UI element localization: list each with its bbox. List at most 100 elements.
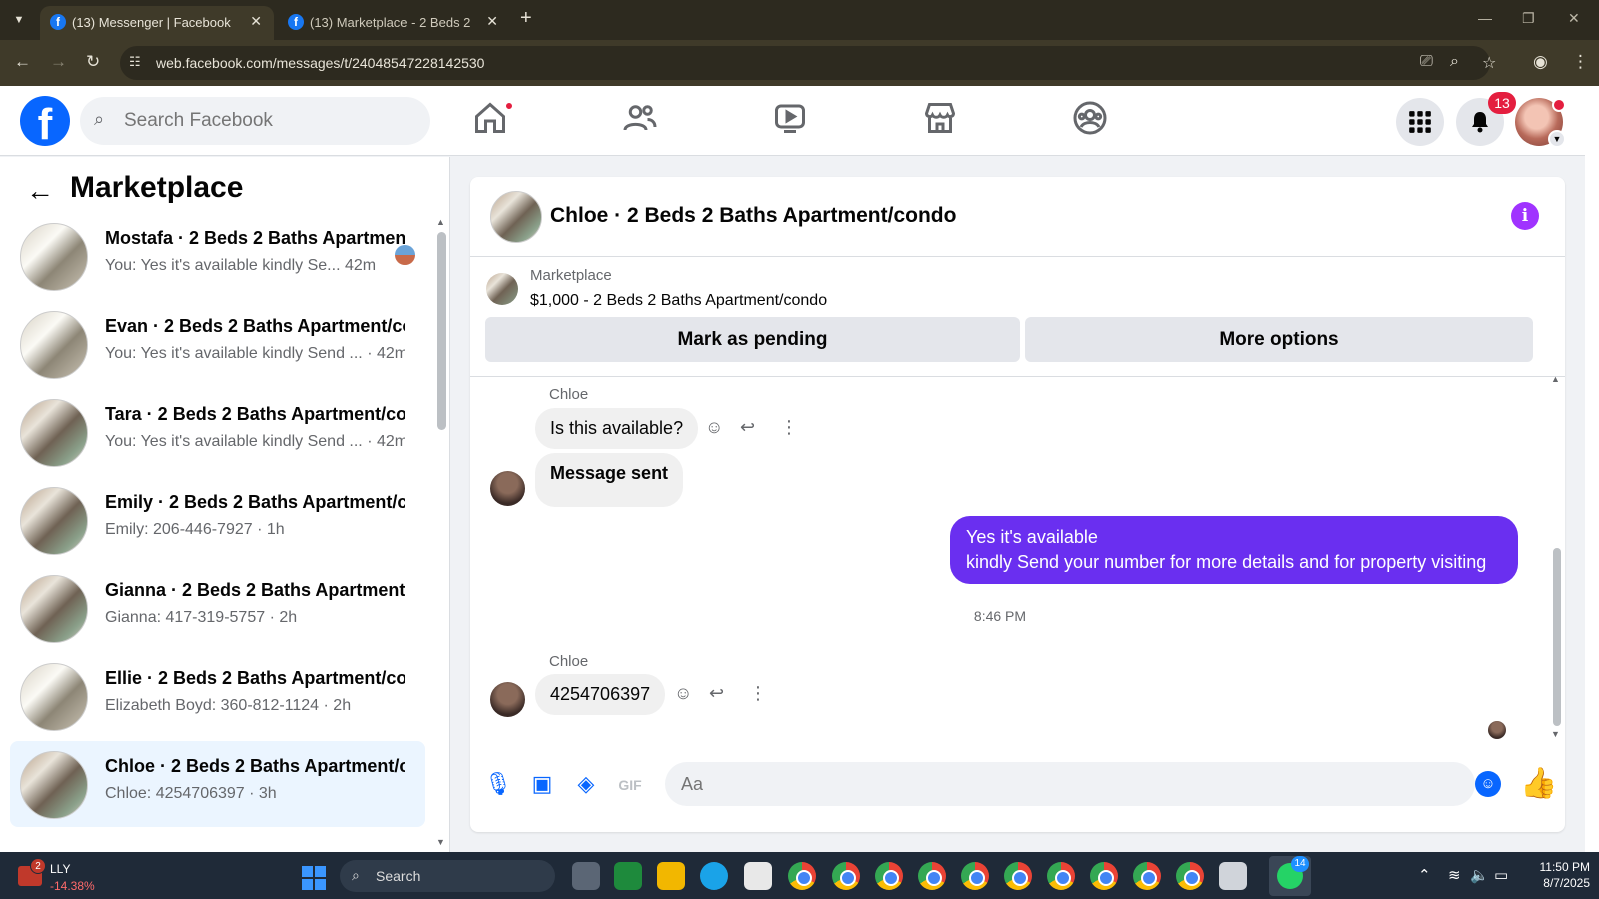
conversation-item[interactable]: Ellie · 2 Beds 2 Baths Apartment/condo E… <box>10 653 425 739</box>
sender-avatar[interactable] <box>490 682 525 717</box>
page-scrollbar[interactable] <box>1585 86 1599 852</box>
photo-icon[interactable]: ▣ <box>528 771 556 799</box>
conversation-item[interactable]: Mostafa · 2 Beds 2 Baths Apartment/condo… <box>10 213 425 299</box>
chat-scrollbar[interactable] <box>1553 548 1561 726</box>
chevron-up-icon[interactable]: ⌃ <box>1418 866 1431 884</box>
incoming-message[interactable]: Message sent <box>535 453 684 507</box>
whatsapp-taskbar-button[interactable]: 14 <box>1269 856 1311 896</box>
back-arrow-icon[interactable]: ← <box>14 52 31 72</box>
search-icon: ⌕ <box>94 109 105 129</box>
gif-icon[interactable]: GIF <box>616 771 644 799</box>
search-box[interactable]: ⌕ <box>80 97 430 145</box>
back-arrow-icon[interactable]: ← <box>26 175 54 207</box>
taskbar-search-label: Search <box>376 868 421 884</box>
browser-menu-icon[interactable]: ⋮ <box>1572 52 1589 72</box>
more-options-button[interactable]: More options <box>1025 317 1533 362</box>
forward-arrow-icon[interactable]: → <box>50 52 67 72</box>
file-explorer-icon[interactable] <box>657 862 685 890</box>
facebook-logo[interactable]: f <box>20 96 70 146</box>
listing-source: Marketplace <box>530 267 612 284</box>
scroll-down-arrow-icon[interactable]: ▼ <box>436 837 445 847</box>
task-view-icon[interactable] <box>572 862 600 890</box>
chrome-icon[interactable] <box>1176 862 1204 890</box>
scroll-down-arrow-icon[interactable]: ▼ <box>1551 729 1560 739</box>
volume-icon[interactable]: 🔈 <box>1470 866 1489 884</box>
reload-icon[interactable]: ↻ <box>86 52 100 72</box>
incoming-message[interactable]: Is this available? <box>535 408 699 449</box>
menu-grid-button[interactable] <box>1396 98 1444 146</box>
outgoing-message[interactable]: Yes it's available kindly Send your numb… <box>950 516 1518 584</box>
more-actions-icon[interactable]: ⋮ <box>780 417 798 438</box>
grid-icon <box>1409 111 1431 133</box>
conversation-item[interactable]: Tara · 2 Beds 2 Baths Apartment/condo Yo… <box>10 389 425 475</box>
chevron-down-icon[interactable]: ▼ <box>1548 130 1566 148</box>
new-tab-button[interactable]: + <box>520 7 532 30</box>
react-emoji-icon[interactable]: ☺ <box>705 417 723 438</box>
conversation-item[interactable]: Evan · 2 Beds 2 Baths Apartment/condo Yo… <box>10 301 425 387</box>
zoom-icon[interactable]: ⌕ <box>1450 53 1459 71</box>
groups-icon[interactable] <box>1072 100 1114 142</box>
chrome-icon[interactable] <box>1133 862 1161 890</box>
video-icon[interactable] <box>772 100 814 142</box>
search-icon: ⌕ <box>352 867 360 883</box>
incoming-message[interactable]: 4254706397 <box>535 674 666 715</box>
chrome-icon[interactable] <box>961 862 989 890</box>
bookmark-star-icon[interactable]: ☆ <box>1482 53 1496 73</box>
address-bar[interactable]: ☷ web.facebook.com/messages/t/2404854722… <box>120 46 1496 80</box>
wifi-icon[interactable]: ≋ <box>1448 866 1461 884</box>
emoji-icon[interactable]: ☺ <box>1475 771 1501 797</box>
chrome-icon[interactable] <box>788 862 816 890</box>
battery-icon[interactable]: ▭ <box>1494 866 1508 884</box>
store-icon[interactable] <box>744 862 772 890</box>
minimize-button[interactable]: — <box>1478 10 1492 26</box>
friends-icon[interactable] <box>622 100 664 142</box>
conversation-item-selected[interactable]: Chloe · 2 Beds 2 Baths Apartment/condo C… <box>10 741 425 827</box>
info-icon[interactable]: i <box>1511 202 1539 230</box>
sticker-icon[interactable]: ◈ <box>572 771 600 799</box>
chrome-icon[interactable] <box>875 862 903 890</box>
reply-icon[interactable]: ↩ <box>709 683 724 704</box>
edge-icon[interactable] <box>700 862 728 890</box>
search-input[interactable] <box>124 106 414 136</box>
conversation-item[interactable]: Gianna · 2 Beds 2 Baths Apartment/condo … <box>10 565 425 651</box>
chrome-icon[interactable] <box>1090 862 1118 890</box>
thumbs-up-icon[interactable]: 👍 <box>1520 766 1557 801</box>
system-clock[interactable]: 11:50 PM 8/7/2025 <box>1528 859 1590 891</box>
sidebar-title: Marketplace <box>70 171 244 204</box>
conversation-item[interactable]: Emily · 2 Beds 2 Baths Apartment/condo E… <box>10 477 425 563</box>
site-info-icon[interactable]: ☷ <box>129 54 141 70</box>
chat-listing-avatar[interactable] <box>490 191 542 243</box>
chrome-icon[interactable] <box>832 862 860 890</box>
mark-as-pending-button[interactable]: Mark as pending <box>485 317 1020 362</box>
react-emoji-icon[interactable]: ☺ <box>674 683 692 704</box>
listing-title[interactable]: $1,000 - 2 Beds 2 Baths Apartment/condo <box>530 292 827 310</box>
close-window-button[interactable]: ✕ <box>1568 10 1580 27</box>
scroll-up-arrow-icon[interactable]: ▲ <box>436 217 445 227</box>
tab-messenger[interactable]: f (13) Messenger | Facebook ✕ <box>40 6 274 40</box>
tab-marketplace[interactable]: f (13) Marketplace - 2 Beds 2 Baths Apar… <box>278 6 510 40</box>
microphone-icon[interactable]: 🎙 <box>484 771 512 799</box>
sender-avatar[interactable] <box>490 471 525 506</box>
stock-badge: 2 <box>30 858 46 874</box>
app-icon[interactable] <box>614 862 642 890</box>
reply-icon[interactable]: ↩ <box>740 417 755 438</box>
tab-search-menu[interactable]: ▼ <box>6 8 32 32</box>
restore-button[interactable]: ❐ <box>1522 10 1535 27</box>
marketplace-icon[interactable] <box>922 100 964 142</box>
close-tab-icon[interactable]: ✕ <box>250 13 262 30</box>
taskbar-search[interactable]: ⌕ Search <box>340 860 555 892</box>
sidebar-scrollbar[interactable] <box>437 232 446 430</box>
chrome-icon[interactable] <box>918 862 946 890</box>
profile-icon[interactable]: ◉ <box>1533 52 1548 72</box>
scroll-up-arrow-icon[interactable]: ▲ <box>1551 374 1560 384</box>
start-button[interactable] <box>302 866 326 890</box>
snipping-tool-icon[interactable] <box>1219 862 1247 890</box>
windows-logo-icon <box>302 866 313 877</box>
chrome-icon[interactable] <box>1004 862 1032 890</box>
install-app-icon[interactable]: ⎚ <box>1420 53 1433 71</box>
chat-title[interactable]: Chloe · 2 Beds 2 Baths Apartment/condo <box>550 204 956 228</box>
more-actions-icon[interactable]: ⋮ <box>749 683 767 704</box>
close-tab-icon[interactable]: ✕ <box>486 13 498 30</box>
chrome-icon[interactable] <box>1047 862 1075 890</box>
message-input[interactable] <box>665 762 1475 806</box>
